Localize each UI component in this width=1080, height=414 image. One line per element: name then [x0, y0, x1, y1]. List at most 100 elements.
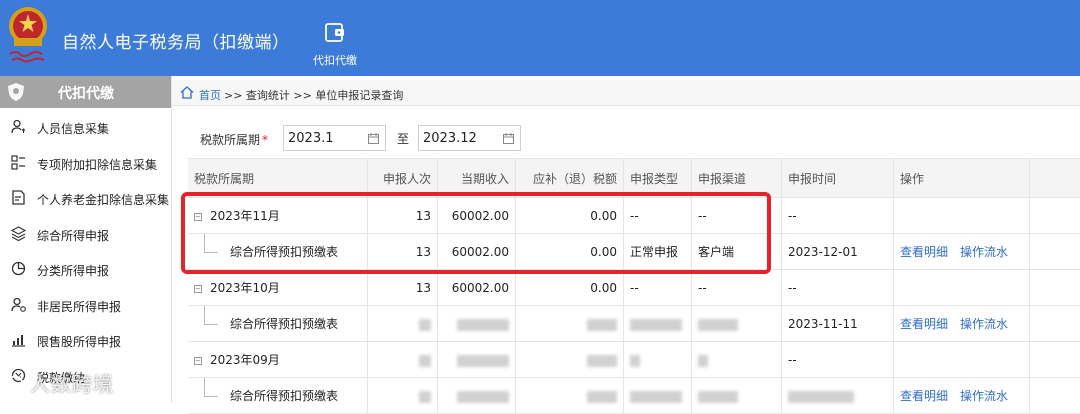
sidebar-item-label: 分类所得申报	[37, 264, 110, 278]
income-cell-redacted	[438, 342, 516, 378]
count-cell-redacted	[368, 342, 438, 378]
to-label: 至	[397, 132, 410, 146]
watermark: 人数跨境	[6, 368, 114, 397]
bar-icon	[12, 335, 25, 347]
channel-cell-redacted	[692, 342, 782, 378]
empty-cell	[1030, 306, 1080, 342]
table-row: −2023年09月 --	[188, 342, 1080, 378]
type-cell-redacted	[624, 342, 692, 378]
sidebar-item-label: 个人养老金扣除信息采集	[37, 193, 170, 207]
period-to-value: 2023.12	[423, 131, 477, 146]
operation-log-link[interactable]: 操作流水	[960, 317, 1008, 331]
breadcrumb-home-link[interactable]: 首页	[199, 87, 221, 103]
red-highlight-box	[181, 192, 771, 274]
sidebar-item-label: 限售股所得申报	[37, 335, 122, 349]
redacted-value	[457, 390, 509, 403]
time-cell-redacted	[782, 378, 894, 414]
topnav-label: 代扣代缴	[313, 54, 357, 67]
shield-icon	[8, 83, 24, 101]
channel-cell-redacted	[692, 306, 782, 342]
sidebar: 代扣代缴 人员信息采集 专项附加扣除信息采集 个人养老金扣除信息采集 综合所得申…	[0, 76, 172, 403]
sidebar-item-comprehensive-income[interactable]: 综合所得申报	[0, 215, 171, 251]
period-cell[interactable]: −2023年10月	[188, 270, 368, 306]
watermark-logo-icon	[6, 375, 24, 393]
channel-cell: --	[692, 270, 782, 306]
sidebar-item-pension-deduction[interactable]: 个人养老金扣除信息采集	[0, 179, 171, 215]
redacted-value	[587, 354, 617, 367]
collapse-icon[interactable]: −	[194, 357, 202, 365]
tax-cell-redacted	[516, 378, 624, 414]
period-cell[interactable]: −2023年09月	[188, 342, 368, 378]
period-text: 综合所得预扣预缴表	[230, 317, 339, 331]
empty-cell	[1030, 198, 1080, 234]
calendar-icon[interactable]	[503, 133, 514, 144]
app-title: 自然人电子税务局（扣缴端）	[62, 33, 290, 53]
period-from-input[interactable]: 2023.1	[283, 125, 386, 151]
redacted-value	[457, 318, 509, 331]
sidebar-item-special-deduction[interactable]: 专项附加扣除信息采集	[0, 144, 171, 180]
income-cell: 60002.00	[438, 270, 516, 306]
actions-cell	[894, 342, 1030, 378]
sidebar-item-classified-income[interactable]: 分类所得申报	[0, 250, 171, 286]
period-text: 综合所得预扣预缴表	[230, 389, 339, 403]
column-header: 申报时间	[782, 158, 894, 198]
view-detail-link[interactable]: 查看明细	[900, 317, 948, 331]
tax-cell-redacted	[516, 342, 624, 378]
redacted-value	[587, 390, 617, 403]
redacted-value	[419, 318, 431, 331]
time-cell: 2023-12-01	[782, 234, 894, 270]
period-cell: 综合所得预扣预缴表	[188, 378, 368, 414]
sidebar-item-person-info[interactable]: 人员信息采集	[0, 108, 171, 144]
pie-icon	[11, 261, 26, 276]
tree-branch	[204, 378, 218, 397]
actions-cell	[894, 270, 1030, 306]
sidebar-item-nonresident-income[interactable]: 非居民所得申报	[0, 286, 171, 322]
collapse-icon[interactable]: −	[194, 285, 202, 293]
layers-icon	[11, 225, 26, 241]
sidebar-header-label: 代扣代缴	[58, 86, 114, 102]
actions-cell: 查看明细 操作流水	[894, 234, 1030, 270]
redacted-value	[630, 390, 682, 403]
sidebar-header[interactable]: 代扣代缴	[0, 76, 171, 108]
redacted-value	[419, 390, 431, 403]
person-icon	[11, 119, 25, 134]
document-icon	[12, 190, 25, 205]
tree-branch	[204, 306, 218, 325]
redacted-value	[698, 354, 708, 367]
time-cell: --	[782, 270, 894, 306]
calendar-icon[interactable]	[368, 133, 379, 144]
time-cell: 2023-11-11	[782, 306, 894, 342]
redacted-value	[698, 390, 738, 403]
redacted-value	[587, 318, 617, 331]
user-globe-icon	[11, 297, 26, 312]
tax-cell: 0.00	[516, 270, 624, 306]
redacted-value	[630, 354, 640, 367]
home-icon[interactable]	[180, 86, 194, 99]
actions-cell: 查看明细 操作流水	[894, 306, 1030, 342]
operation-log-link[interactable]: 操作流水	[960, 389, 1008, 403]
redacted-value	[698, 318, 738, 331]
time-cell: --	[782, 198, 894, 234]
view-detail-link[interactable]: 查看明细	[900, 389, 948, 403]
count-cell-redacted	[368, 306, 438, 342]
topnav-withholding[interactable]: 代扣代缴	[306, 20, 364, 68]
type-cell: --	[624, 270, 692, 306]
actions-cell	[894, 198, 1030, 234]
channel-cell-redacted	[692, 378, 782, 414]
redacted-value	[630, 318, 682, 331]
view-detail-link[interactable]: 查看明细	[900, 245, 948, 259]
breadcrumb-path: >> 查询统计 >> 单位申报记录查询	[224, 89, 404, 102]
count-cell: 13	[368, 270, 438, 306]
column-header-empty	[1030, 158, 1080, 198]
period-text: 2023年10月	[210, 281, 280, 295]
period-to-input[interactable]: 2023.12	[418, 125, 521, 151]
table-row: 综合所得预扣预缴表 2023-11-11 查看明细 操作流水	[188, 306, 1080, 342]
period-cell: 综合所得预扣预缴表	[188, 306, 368, 342]
empty-cell	[1030, 270, 1080, 306]
sidebar-item-restricted-stock[interactable]: 限售股所得申报	[0, 321, 171, 357]
sidebar-item-label: 非居民所得申报	[37, 299, 122, 314]
period-text: 2023年09月	[210, 353, 280, 367]
period-filter-label: 税款所属期 *	[200, 131, 268, 148]
operation-log-link[interactable]: 操作流水	[960, 245, 1008, 259]
period-from-value: 2023.1	[288, 131, 334, 146]
